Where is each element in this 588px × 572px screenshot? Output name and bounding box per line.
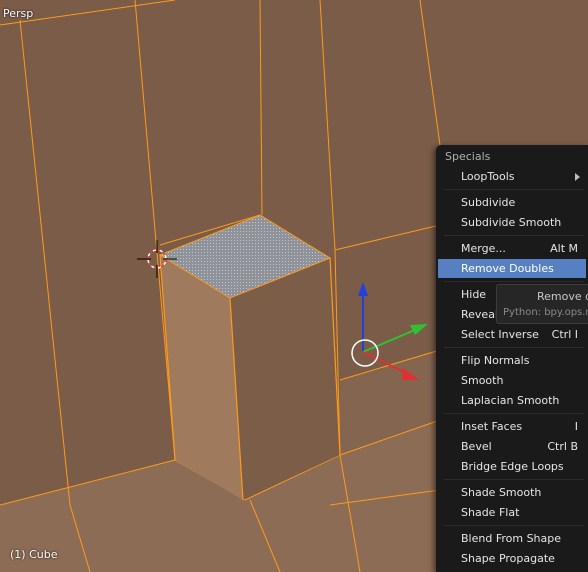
menu-item-select-inverse[interactable]: Select Inverse Ctrl I	[438, 325, 586, 344]
menu-item-subdivide-smooth[interactable]: Subdivide Smooth	[438, 213, 586, 232]
menu-item-merge[interactable]: Merge... Alt M	[438, 239, 586, 258]
menu-item-shape-propagate[interactable]: Shape Propagate	[438, 549, 586, 568]
tooltip-title: Remove d	[537, 290, 588, 303]
active-object-label: (1) Cube	[10, 548, 58, 561]
menu-item-smooth[interactable]: Smooth	[438, 371, 586, 390]
tooltip: Remove d Python: bpy.ops.m	[496, 284, 588, 324]
menu-item-bevel[interactable]: Bevel Ctrl B	[438, 437, 586, 456]
menu-item-inset-faces[interactable]: Inset Faces I	[438, 417, 586, 436]
submenu-arrow-icon	[575, 173, 580, 181]
menu-item-subdivide[interactable]: Subdivide	[438, 193, 586, 212]
view-perspective-label: Persp	[3, 7, 34, 20]
menu-item-laplacian-smooth[interactable]: Laplacian Smooth	[438, 391, 586, 410]
menu-item-bridge-edge-loops[interactable]: Bridge Edge Loops	[438, 457, 586, 476]
menu-item-shade-flat[interactable]: Shade Flat	[438, 503, 586, 522]
menu-item-remove-doubles[interactable]: Remove Doubles	[438, 259, 586, 278]
specials-menu: Specials LoopTools Subdivide Subdivide S…	[436, 145, 588, 572]
menu-title: Specials	[445, 150, 491, 163]
menu-item-looptools[interactable]: LoopTools	[438, 167, 586, 186]
tooltip-python: Python: bpy.ops.m	[503, 307, 588, 318]
menu-item-shade-smooth[interactable]: Shade Smooth	[438, 483, 586, 502]
menu-item-blend-from-shape[interactable]: Blend From Shape	[438, 529, 586, 548]
menu-item-flip-normals[interactable]: Flip Normals	[438, 351, 586, 370]
